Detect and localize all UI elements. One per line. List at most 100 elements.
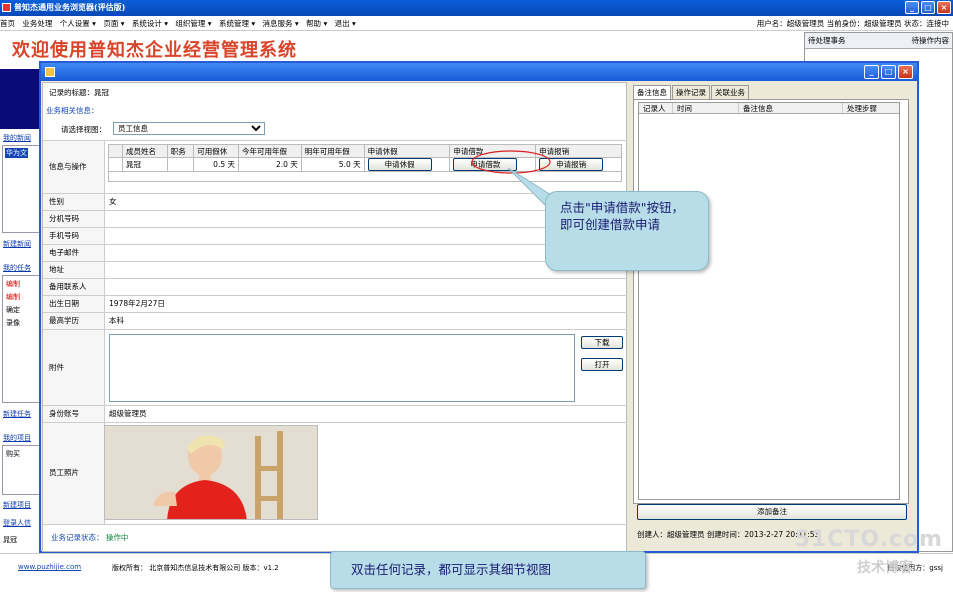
attachment-area: 下载 打开 — [105, 330, 627, 405]
field-label: 地址 — [43, 262, 105, 278]
photo-label: 员工照片 — [43, 423, 105, 524]
notes-grid-header: 记录人 时间 备注信息 处理步骤 — [639, 103, 899, 114]
menu-home[interactable]: 首页 — [0, 16, 15, 31]
login-user-item[interactable]: 晁冠 — [3, 535, 17, 545]
menu-exit[interactable]: 退出 ▾ — [335, 16, 356, 31]
footer-site-link[interactable]: www.puzhijie.com — [18, 563, 81, 571]
minimize-icon[interactable]: _ — [864, 65, 879, 79]
sidebar-banner-block — [0, 69, 42, 129]
field-label: 手机号码 — [43, 228, 105, 244]
col-header: 申请休假 — [363, 144, 451, 158]
browser-title-bar: 普知杰通用业务浏览器(评估版) _ □ × — [0, 0, 953, 16]
footer-copyright: 版权所有： 北京普知杰信息技术有限公司 版本：v1.2 — [112, 564, 279, 572]
news-list: 华为文 — [2, 145, 42, 233]
field-row-backup-contact: 备用联系人 — [43, 279, 627, 296]
tab-related-business[interactable]: 关联业务 — [711, 85, 749, 99]
menu-personal-settings[interactable]: 个人设置 ▾ — [60, 16, 96, 31]
menu-business[interactable]: 业务处理 — [22, 16, 52, 31]
creator-info: 创建人：超级管理员 创建时间：2013-2-27 20:41:53 — [637, 530, 820, 539]
menu-help[interactable]: 帮助 ▾ — [306, 16, 327, 31]
sidebar-tasks-heading: 我的任务 — [3, 264, 31, 272]
attachment-row: 附件 下载 打开 — [43, 330, 627, 406]
news-item[interactable]: 华为文 — [5, 148, 28, 158]
record-window-controls: _ □ × — [864, 65, 913, 79]
task-list: 编制 编制 确定 录像 — [2, 275, 42, 403]
employee-photo-image — [105, 426, 317, 519]
col-header: 成员姓名 — [122, 144, 168, 158]
record-status-label: 业务记录状态： — [51, 533, 104, 542]
field-label: 性别 — [43, 194, 105, 210]
col-header: 今年可用年假 — [237, 144, 302, 158]
new-news-link[interactable]: 新建新闻 — [3, 239, 31, 249]
notes-grid[interactable]: 记录人 时间 备注信息 处理步骤 — [638, 102, 900, 500]
view-label: 请选择视图： — [61, 125, 106, 134]
app-icon — [2, 3, 11, 12]
add-note-button[interactable]: 添加备注 — [637, 504, 907, 520]
view-select[interactable]: 员工信息 — [113, 122, 265, 135]
tab-notes[interactable]: 备注信息 — [633, 85, 671, 99]
field-label: 电子邮件 — [43, 245, 105, 261]
window-icon — [45, 67, 55, 77]
maximize-icon[interactable]: □ — [921, 1, 935, 14]
field-row-email: 电子邮件 — [43, 245, 627, 262]
sidebar-projects-heading: 我的项目 — [3, 434, 31, 442]
notes-panel: 记录人 时间 备注信息 处理步骤 — [633, 99, 909, 504]
record-title-label: 记录的标题： — [49, 88, 94, 97]
download-button[interactable]: 下载 — [581, 336, 623, 349]
field-label: 出生日期 — [43, 296, 105, 312]
close-icon[interactable]: × — [898, 65, 913, 79]
menu-message-service[interactable]: 消息服务 ▾ — [263, 16, 299, 31]
account-row: 身份账号 超级管理员 — [43, 406, 627, 423]
apply-leave-button[interactable]: 申请休假 — [367, 158, 432, 171]
task-item[interactable]: 确定 — [6, 305, 20, 315]
browser-window-controls: _ □ × — [905, 1, 951, 14]
field-label: 分机号码 — [43, 211, 105, 227]
field-label: 备用联系人 — [43, 279, 105, 295]
cell-position — [166, 157, 195, 172]
info-ops-label: 信息与操作 — [43, 141, 105, 193]
record-status: 业务记录状态： 操作中 — [51, 532, 128, 543]
new-task-link[interactable]: 新建任务 — [3, 409, 31, 419]
task-item[interactable]: 录像 — [6, 318, 20, 328]
watermark: 51CTO.com — [794, 527, 943, 552]
minimize-icon[interactable]: _ — [905, 1, 919, 14]
browser-title: 普知杰通用业务浏览器(评估版) — [14, 3, 126, 12]
tab-operation-log[interactable]: 操作记录 — [672, 85, 710, 99]
menu-system-design[interactable]: 系统设计 ▾ — [132, 16, 168, 31]
notes-tabs: 备注信息 操作记录 关联业务 — [633, 85, 750, 99]
pending-col-1: 待处理事务 — [808, 36, 846, 45]
user-info: 用户名：超级管理员 当前身份：超级管理员 状态：连接中 — [756, 19, 949, 28]
record-title: 记录的标题：晁冠 — [49, 87, 109, 98]
cell-available-leave: 0.5 天 — [193, 157, 239, 172]
new-project-link[interactable]: 新建项目 — [3, 500, 31, 510]
attachment-list[interactable] — [109, 334, 575, 402]
menu-page[interactable]: 页面 ▾ — [103, 16, 124, 31]
field-value: 1978年2月27日 — [109, 299, 165, 308]
notes-col-header: 记录人 — [639, 103, 673, 113]
record-title-value: 晁冠 — [94, 88, 109, 97]
notes-col-header: 备注信息 — [739, 103, 843, 113]
attachment-label: 附件 — [43, 330, 105, 405]
task-item[interactable]: 编制 — [6, 279, 20, 289]
notes-col-header: 处理步骤 — [847, 104, 877, 113]
close-icon[interactable]: × — [937, 1, 951, 14]
pending-col-2: 待操作内容 — [911, 36, 950, 45]
sidebar-news-heading: 我的新闻 — [3, 134, 31, 142]
project-item[interactable]: 购买 — [6, 449, 20, 459]
col-header: 可用假休 — [193, 144, 239, 158]
record-status-value: 操作中 — [105, 533, 129, 542]
task-item[interactable]: 编制 — [6, 292, 20, 302]
open-button[interactable]: 打开 — [581, 358, 623, 371]
field-row-birthdate: 出生日期 1978年2月27日 — [43, 296, 627, 313]
sidebar-login-heading: 登录人信 — [3, 519, 31, 527]
field-row-education: 最高学历 本科 — [43, 313, 627, 330]
project-list: 购买 — [2, 445, 42, 495]
notes-col-header: 时间 — [673, 103, 739, 113]
loan-tip-callout: 点击"申请借款"按钮，即可创建借款申请 — [545, 191, 709, 271]
maximize-icon[interactable]: □ — [881, 65, 896, 79]
field-value: 本科 — [109, 316, 124, 325]
menu-system-management[interactable]: 系统管理 ▾ — [219, 16, 255, 31]
menu-org-management[interactable]: 组织管理 ▾ — [175, 16, 211, 31]
field-value — [105, 279, 627, 295]
col-header: 职务 — [166, 144, 195, 158]
